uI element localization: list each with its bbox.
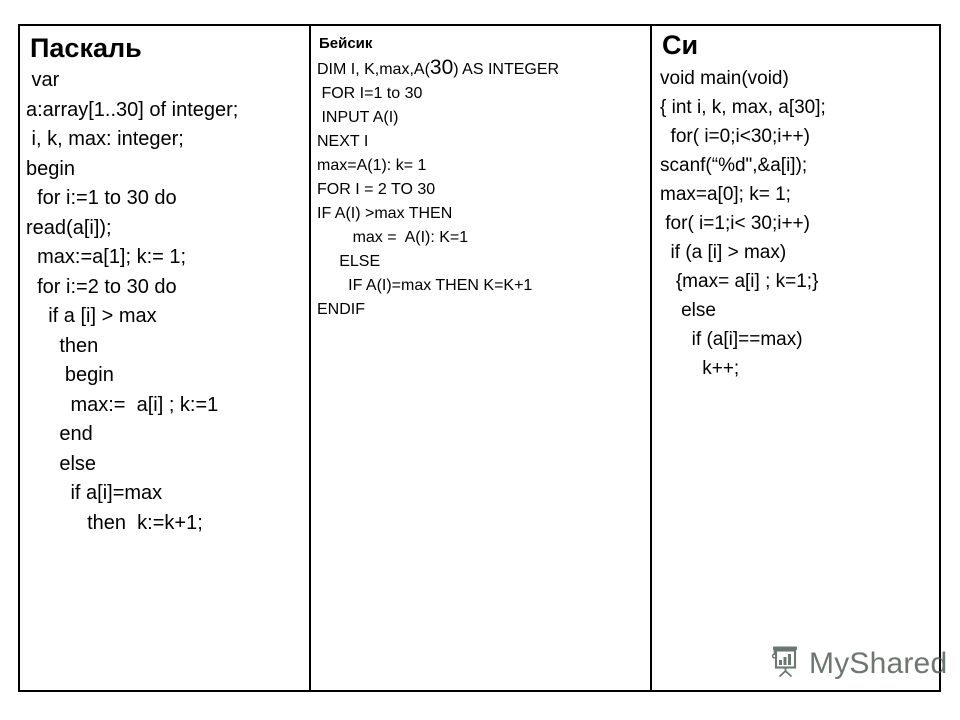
code-line: for i:=2 to 30 do [26,275,177,298]
code-line-dim-prefix: DIM I, K,max,A( [317,61,430,78]
code-line: if a [i] > max [26,305,157,327]
code-comparison-table: Паскаль var a:array[1..30] of integer; i… [18,24,941,692]
code-line: FOR I = 2 TO 30 [317,181,436,198]
code-line: ELSE [317,253,381,270]
code-line: i, k, max: integer; [26,128,184,150]
presentation-board-icon [768,645,802,683]
code-line: then k:=k+1; [26,511,203,534]
slide-canvas: Паскаль var a:array[1..30] of integer; i… [0,0,960,720]
code-line: else [660,300,716,321]
code-line: if (a [i] > max) [660,242,787,263]
code-line: k++; [660,358,740,379]
code-column-c: Си void main(void) { int i, k, max, a[30… [652,26,939,690]
code-line: max = A(I): K=1 [317,229,469,246]
code-line: for( i=0;i<30;i++) [660,126,810,147]
code-line: max=A(1): k= 1 [317,157,427,174]
code-line-dim-suffix: ) AS INTEGER [453,61,560,78]
code-line: NEXT I [317,133,369,150]
code-line: max:= a[i] ; k:=1 [26,393,219,416]
code-line: begin [26,157,75,180]
code-line: then [26,334,99,357]
code-line: max:=a[1]; k:= 1; [26,246,187,268]
code-line: ENDIF [317,301,365,318]
code-line: { int i, k, max, a[30]; [660,97,826,118]
code-line: else [26,452,97,475]
code-line: INPUT A(I) [317,109,399,126]
myshared-watermark: MyShared [768,645,947,683]
column-title-pascal: Паскаль [30,33,142,63]
code-line: max=a[0]; k= 1; [660,184,791,205]
code-line: IF A(I) >max THEN [317,205,453,222]
code-line: var [26,69,60,91]
code-line: DIM I, K,max,A(30) AS INTEGER [317,56,646,82]
code-line: if a[i]=max [26,482,163,504]
code-line: if (a[i]==max) [660,329,803,350]
code-line: for( i=1;i< 30;i++) [660,213,810,234]
code-line: FOR I=1 to 30 [317,85,423,102]
code-line: a:array[1..30] of integer; [26,98,239,121]
watermark-label: MyShared [809,647,948,680]
column-title-basic: Бейсик [319,35,373,52]
code-line: IF A(I)=max THEN K=K+1 [317,277,533,294]
code-line: void main(void) [660,68,789,89]
array-size-value: 30 [429,56,454,79]
code-block-pascal: var a:array[1..30] of integer; i, k, max… [26,64,305,538]
code-column-pascal: Паскаль var a:array[1..30] of integer; i… [20,26,311,690]
column-title-c: Си [662,30,699,60]
code-column-basic: Бейсик DIM I, K,max,A(30) AS INTEGER FOR… [311,26,652,690]
code-line: read(a[i]); [26,216,112,239]
code-line: for i:=1 to 30 do [26,187,177,209]
code-line: end [26,423,93,445]
code-line: {max= a[i] ; k=1;} [660,271,819,292]
code-line: scanf(“%d",&a[i]); [660,155,808,176]
code-block-basic: DIM I, K,max,A(30) AS INTEGER FOR I=1 to… [317,53,646,322]
code-line: begin [26,364,114,386]
code-block-c: void main(void) { int i, k, max, a[30]; … [660,61,935,383]
